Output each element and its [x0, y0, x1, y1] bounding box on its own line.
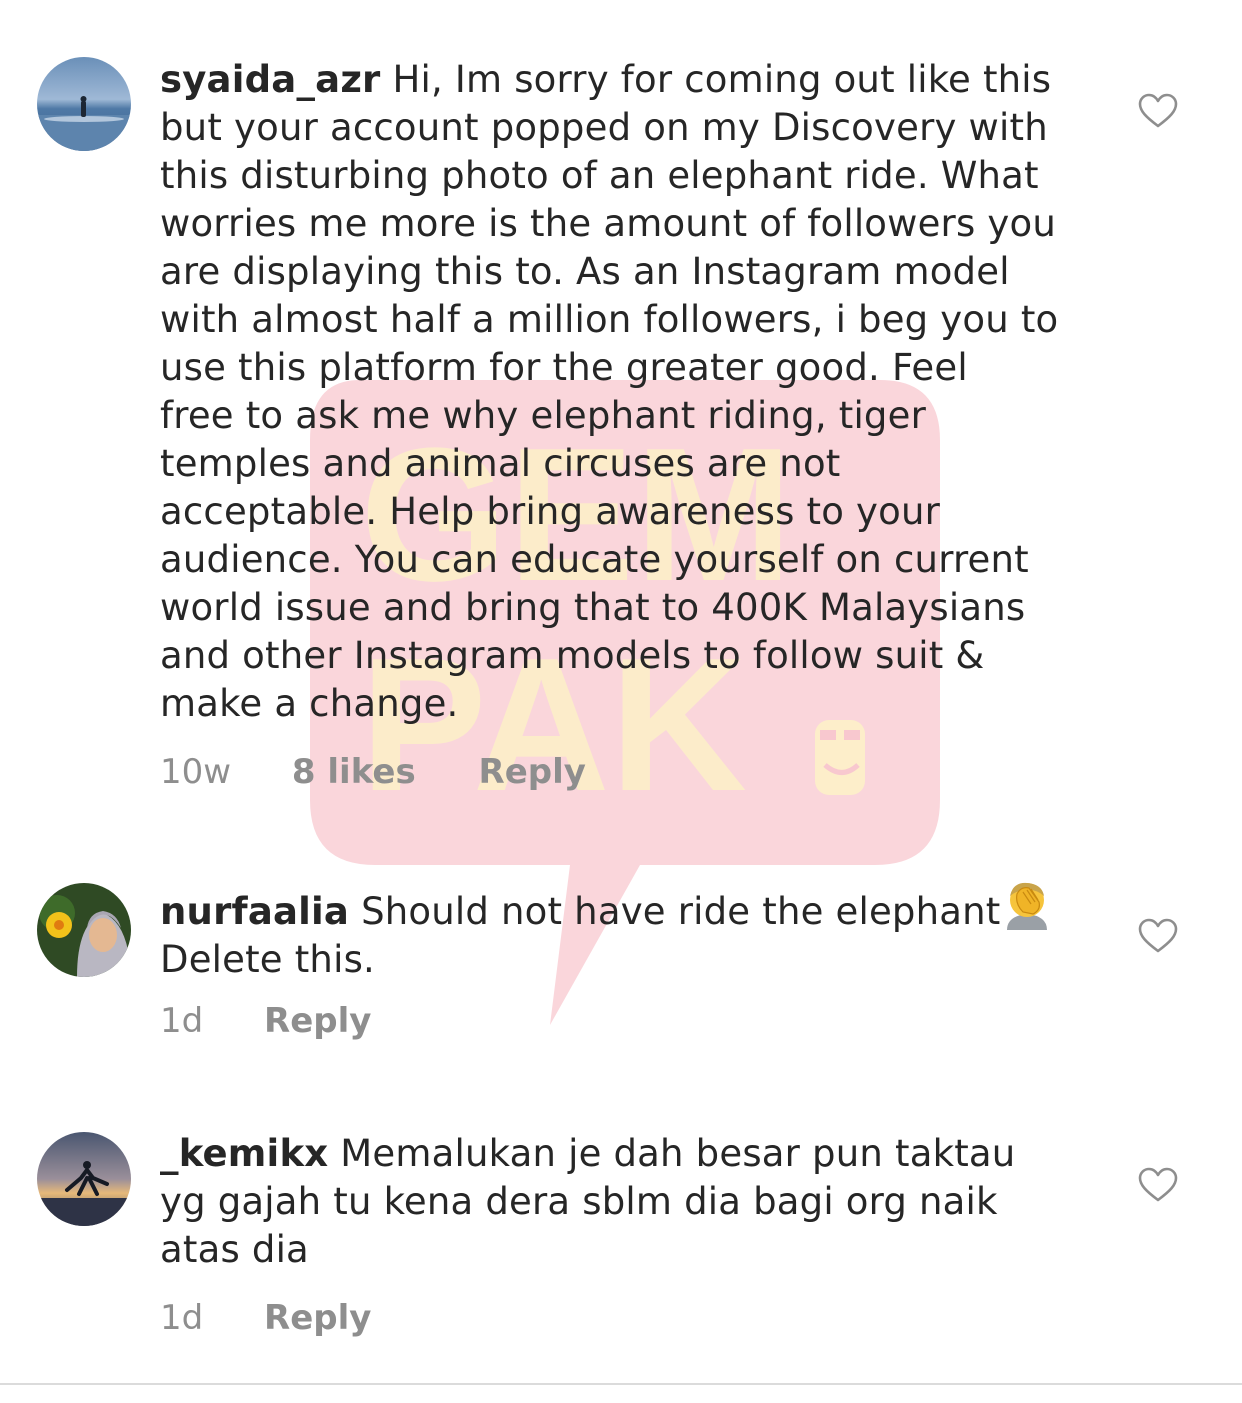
comment-timestamp: 1d	[160, 1298, 204, 1338]
comment-text-line: worries me more is the amount of followe…	[160, 202, 1056, 245]
comment-likes-count[interactable]: 8 likes	[292, 752, 416, 792]
beach-photo-avatar[interactable]	[37, 57, 131, 151]
comment-text-line: Delete this.	[160, 938, 376, 981]
comment-text-line: world issue and bring that to 400K Malay…	[160, 586, 1026, 629]
comment-text-line: Hi, Im sorry for coming out like this	[392, 58, 1052, 101]
comment-text-line: Memalukan je dah besar pun taktau	[340, 1132, 1016, 1175]
comment-text-line: Should not have ride the elephant	[361, 890, 1001, 933]
bottom-divider	[0, 1383, 1242, 1385]
heart-outline-icon[interactable]	[1138, 93, 1178, 129]
comment-text-line: make a change.	[160, 682, 459, 725]
reply-button[interactable]: Reply	[264, 1001, 371, 1041]
face-palm-emoji	[1006, 882, 1047, 930]
comment-text-line: but your account popped on my Discovery …	[160, 106, 1048, 149]
comment-text-line: and other Instagram models to follow sui…	[160, 634, 985, 677]
comment-text-line: yg gajah tu kena dera sblm dia bagi org …	[160, 1180, 998, 1223]
comment-text-line: temples and animal circuses are not	[160, 442, 841, 485]
sunset-jump-avatar[interactable]	[37, 1132, 131, 1226]
comment-text-line: acceptable. Help bring awareness to your	[160, 490, 941, 533]
comment-username[interactable]: _kemikx	[160, 1132, 328, 1175]
comment-username[interactable]: syaida_azr	[160, 58, 381, 101]
comment-text-line: use this platform for the greater good. …	[160, 346, 968, 389]
comment-username[interactable]: nurfaalia	[160, 890, 349, 933]
comment-text-line: are displaying this to. As an Instagram …	[160, 250, 1010, 293]
heart-outline-icon[interactable]	[1138, 918, 1178, 954]
comment-text-line: free to ask me why elephant riding, tige…	[160, 394, 926, 437]
reply-button[interactable]: Reply	[479, 752, 586, 792]
comment-text-line: this disturbing photo of an elephant rid…	[160, 154, 1039, 197]
comment-timestamp: 10w	[160, 752, 232, 792]
comment-text-line: atas dia	[160, 1228, 309, 1271]
reply-button[interactable]: Reply	[264, 1298, 371, 1338]
comment-timestamp: 1d	[160, 1001, 204, 1041]
comment-text-line: audience. You can educate yourself on cu…	[160, 538, 1029, 581]
comment-text-line: with almost half a million followers, i …	[160, 298, 1059, 341]
hijab-portrait-avatar[interactable]	[37, 883, 131, 977]
heart-outline-icon[interactable]	[1138, 1167, 1178, 1203]
